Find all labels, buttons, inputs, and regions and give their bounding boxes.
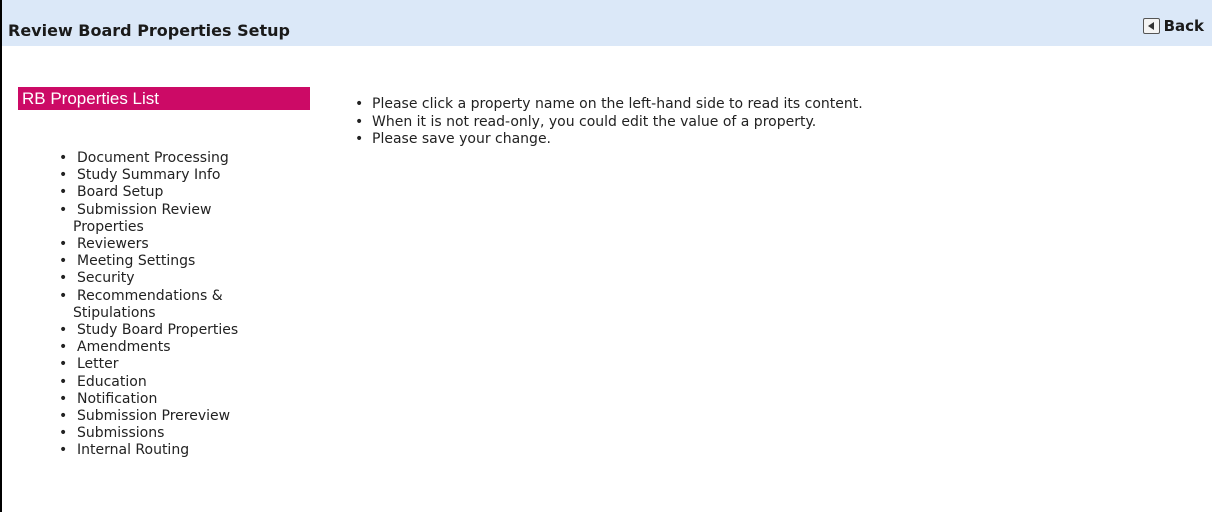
property-label: Reviewers bbox=[77, 236, 149, 253]
property-item[interactable]: Internal Routing bbox=[56, 442, 286, 459]
property-item[interactable]: Submission ReviewProperties bbox=[56, 202, 286, 236]
properties-list: Document ProcessingStudy Summary InfoBoa… bbox=[56, 150, 286, 460]
property-item[interactable]: Submissions bbox=[56, 425, 286, 442]
property-item[interactable]: Study Board Properties bbox=[56, 322, 286, 339]
back-label: Back bbox=[1163, 17, 1204, 35]
property-label: Security bbox=[77, 270, 135, 287]
instruction-item: Please save your change. bbox=[354, 131, 863, 149]
property-label: Education bbox=[77, 373, 147, 390]
back-button[interactable]: Back bbox=[1142, 17, 1204, 35]
property-item[interactable]: Study Summary Info bbox=[56, 167, 286, 184]
property-item[interactable]: Recommendations &Stipulations bbox=[56, 288, 286, 322]
property-label: Internal Routing bbox=[77, 442, 190, 459]
back-arrow-icon bbox=[1142, 18, 1160, 34]
property-item[interactable]: Board Setup bbox=[56, 184, 286, 201]
properties-list-title: RB Properties List bbox=[18, 87, 310, 110]
property-label: Submission Review bbox=[77, 201, 212, 218]
property-item[interactable]: Amendments bbox=[56, 339, 286, 356]
property-label: Submissions bbox=[77, 425, 165, 442]
property-label: Meeting Settings bbox=[77, 253, 196, 270]
property-label-continued: Properties bbox=[73, 218, 144, 235]
page-header: Review Board Properties Setup Back bbox=[2, 0, 1212, 46]
property-item[interactable]: Reviewers bbox=[56, 236, 286, 253]
instruction-item: Please click a property name on the left… bbox=[354, 96, 863, 114]
property-label: Recommendations & bbox=[77, 287, 223, 304]
property-item[interactable]: Submission Prereview bbox=[56, 408, 286, 425]
property-label-continued: Stipulations bbox=[73, 304, 156, 321]
property-label: Study Summary Info bbox=[77, 167, 221, 184]
property-item[interactable]: Letter bbox=[56, 356, 286, 373]
property-item[interactable]: Security bbox=[56, 270, 286, 287]
property-item[interactable]: Notification bbox=[56, 391, 286, 408]
property-label: Submission Prereview bbox=[77, 408, 231, 425]
property-item[interactable]: Education bbox=[56, 374, 286, 391]
property-label: Amendments bbox=[77, 339, 171, 356]
property-item[interactable]: Meeting Settings bbox=[56, 253, 286, 270]
property-label: Study Board Properties bbox=[77, 322, 239, 339]
property-label: Board Setup bbox=[77, 184, 164, 201]
instruction-item: When it is not read-only, you could edit… bbox=[354, 114, 863, 132]
instructions-list: Please click a property name on the left… bbox=[354, 96, 863, 149]
page-title: Review Board Properties Setup bbox=[8, 21, 290, 40]
property-label: Letter bbox=[77, 356, 119, 373]
property-label: Notification bbox=[77, 390, 158, 407]
property-label: Document Processing bbox=[77, 150, 229, 166]
property-item[interactable]: Document Processing bbox=[56, 150, 286, 167]
